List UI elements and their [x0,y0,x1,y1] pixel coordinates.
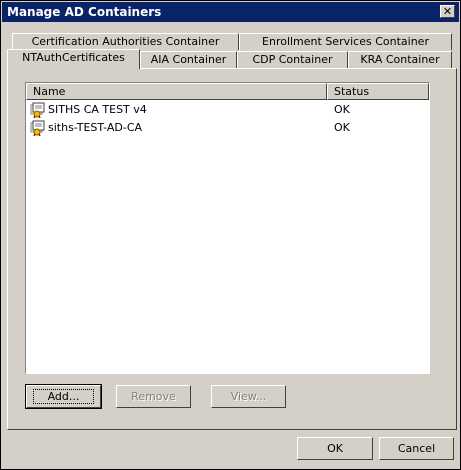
tab-cdp-container[interactable]: CDP Container [237,51,348,68]
tab-label: CDP Container [252,53,333,66]
tab-aia-container[interactable]: AIA Container [140,51,237,68]
list-item[interactable]: SITHS CA TEST v4 OK [26,101,429,119]
remove-button[interactable]: Remove [116,385,191,408]
cancel-button[interactable]: Cancel [379,437,454,460]
certificate-name: siths-TEST-AD-CA [48,121,143,134]
column-header-status[interactable]: Status [327,83,429,100]
tab-label: Enrollment Services Container [262,35,429,48]
tab-enrollment-services-container[interactable]: Enrollment Services Container [239,33,452,50]
certificate-icon [30,120,45,136]
certificate-status: OK [334,103,350,116]
tab-label: KRA Container [360,53,440,66]
list-item[interactable]: siths-TEST-AD-CA OK [26,119,429,137]
certificate-status: OK [334,121,350,134]
certificate-name: SITHS CA TEST v4 [48,103,147,116]
certificate-list[interactable]: Name Status SITHS CA TEST v4 OK siths-TE… [25,82,430,374]
tab-certification-authorities-container[interactable]: Certification Authorities Container [12,33,239,50]
window-title: Manage AD Containers [7,5,162,19]
certificate-icon [30,102,45,118]
tab-ntauthcertificates[interactable]: NTAuthCertificates [7,49,140,69]
tab-label: Certification Authorities Container [31,35,220,48]
tab-kra-container[interactable]: KRA Container [348,51,452,68]
add-button[interactable]: Add... [25,384,102,409]
title-bar: Manage AD Containers ✕ [2,2,459,22]
close-icon: ✕ [442,5,453,18]
tab-label: NTAuthCertificates [22,51,125,64]
view-button[interactable]: View... [211,385,286,408]
close-button[interactable]: ✕ [440,5,455,18]
manage-ad-containers-dialog: Manage AD Containers ✕ Certification Aut… [0,0,461,470]
ok-button[interactable]: OK [297,437,373,460]
tab-label: AIA Container [150,53,227,66]
column-header-name[interactable]: Name [26,83,327,100]
